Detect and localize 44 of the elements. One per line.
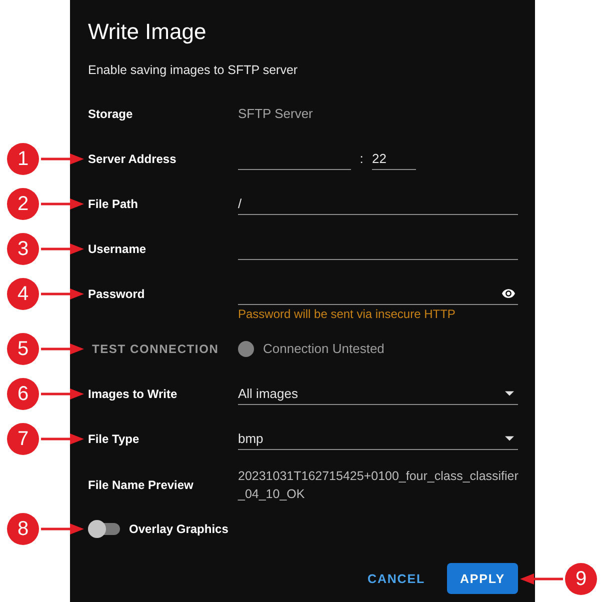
field-label: Server Address	[88, 151, 176, 168]
port-field[interactable]: 22	[372, 148, 416, 170]
overlay-toggle[interactable]	[88, 520, 120, 538]
callout-marker: 4	[7, 278, 39, 310]
dialog-subtitle: Enable saving images to SFTP server	[88, 62, 298, 78]
callout-arrow	[41, 342, 84, 354]
select-field[interactable]: bmp	[238, 428, 518, 450]
callout-arrow	[41, 388, 84, 400]
callout-marker: 8	[7, 513, 39, 545]
caret-icon	[505, 436, 514, 441]
callout-marker: 6	[7, 378, 39, 410]
callout-arrow	[41, 198, 84, 210]
select-field[interactable]: All images	[238, 383, 518, 405]
callout-arrow	[41, 243, 84, 255]
toggle-label: Overlay Graphics	[129, 521, 228, 538]
dialog-title: Write Image	[88, 18, 206, 46]
connection-status: Connection Untested	[263, 340, 384, 356]
callout-arrow	[41, 153, 84, 165]
field-label: Images to Write	[88, 386, 178, 403]
text-field[interactable]: /	[238, 193, 518, 215]
field-label: File Name Preview	[88, 477, 194, 494]
callout-marker: 3	[7, 233, 39, 265]
field-label: File Type	[88, 431, 140, 448]
field-label: Password	[88, 286, 145, 303]
callout-arrow	[41, 523, 84, 535]
callout-arrow	[41, 288, 84, 300]
callout-marker: 9	[565, 562, 597, 594]
callout-arrow	[520, 572, 563, 584]
callout-marker: 5	[7, 332, 39, 364]
callout-marker: 1	[7, 143, 39, 175]
field-label: Storage	[88, 106, 133, 123]
storage-value: SFTP Server	[238, 105, 313, 123]
callout-marker: 2	[7, 188, 39, 220]
warning-hint: Password will be sent via insecure HTTP	[238, 307, 456, 321]
field-label: Username	[88, 241, 146, 258]
field-label: File Path	[88, 196, 138, 213]
apply-button[interactable]: APPLY	[447, 563, 518, 594]
file-name-preview: 20231031T162715425+0100_four_class_classifier_04_10_OK	[238, 468, 520, 503]
cancel-button[interactable]: CANCEL	[360, 563, 433, 594]
port-separator: :	[358, 150, 364, 168]
callout-marker: 7	[7, 423, 39, 455]
caret-icon	[505, 391, 514, 396]
callout-arrow	[41, 433, 84, 445]
eye-icon[interactable]	[502, 289, 515, 298]
